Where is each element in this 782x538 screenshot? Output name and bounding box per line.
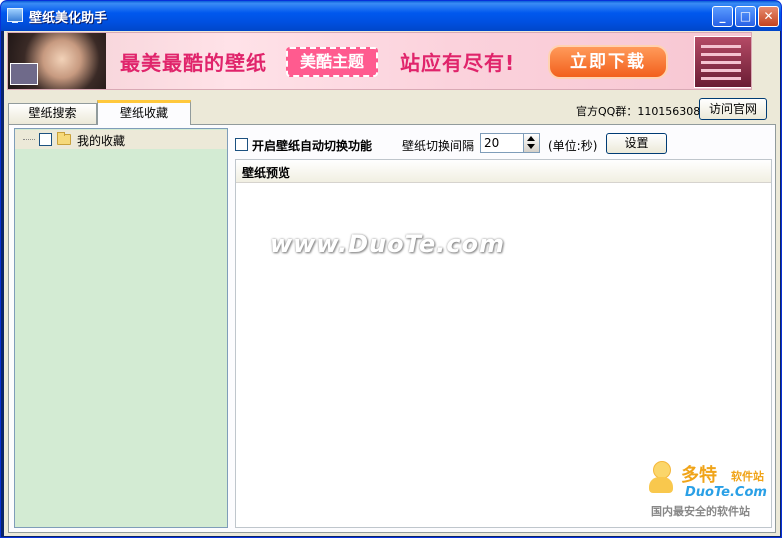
maximize-icon: □: [739, 9, 752, 23]
stepper-down-icon[interactable]: [527, 144, 535, 149]
visit-website-button[interactable]: 访问官网: [699, 98, 767, 120]
duote-logo: 多特 软件站 DuoTe.Com 国内最安全的软件站: [647, 459, 777, 519]
preview-header: 壁纸预览: [236, 160, 771, 183]
close-button[interactable]: ✕: [758, 6, 779, 27]
logo-domain: DuoTe.Com: [685, 485, 767, 500]
qq-group-label: 官方QQ群：110156308: [576, 105, 701, 118]
tab-wallpaper-search[interactable]: 壁纸搜索: [8, 103, 97, 124]
favorites-tree[interactable]: 我的收藏: [14, 128, 228, 528]
logo-slogan: 国内最安全的软件站: [651, 505, 750, 518]
stepper-buttons[interactable]: [523, 134, 539, 152]
close-icon: ✕: [763, 9, 774, 23]
banner-thumbnail: [10, 63, 38, 85]
tree-item-label: 我的收藏: [77, 134, 126, 148]
stepper-up-icon[interactable]: [527, 136, 535, 141]
set-button[interactable]: 设置: [606, 133, 667, 154]
interval-value[interactable]: 20: [484, 136, 499, 150]
banner-screenshot: [694, 36, 751, 88]
banner-download-button[interactable]: 立即下载: [548, 45, 668, 79]
window-title: 壁纸美化助手: [29, 11, 108, 26]
logo-sub: 软件站: [731, 470, 764, 483]
tree-connector: [23, 139, 35, 140]
banner-headline: 最美最酷的壁纸: [120, 51, 267, 75]
auto-switch-checkbox[interactable]: [235, 138, 248, 151]
minimize-icon: _: [719, 9, 726, 23]
interval-label: 壁纸切换间隔: [402, 139, 475, 153]
tree-item-my-favorites[interactable]: 我的收藏: [15, 130, 227, 149]
app-window: 壁纸美化助手 _ □ ✕ 最美最酷的壁纸 美酷主题 站应有尽有! 立即下载 壁纸…: [0, 0, 782, 538]
folder-icon: [57, 132, 71, 145]
banner-badge: 美酷主题: [286, 47, 378, 77]
unit-label: (单位:秒): [548, 139, 598, 153]
minimize-button[interactable]: _: [712, 6, 733, 27]
mascot-icon: [647, 461, 675, 495]
preview-title: 壁纸预览: [242, 166, 291, 180]
monitor-icon: [7, 8, 23, 23]
maximize-button[interactable]: □: [735, 6, 756, 27]
watermark-text: www.DuoTe.com: [270, 230, 505, 258]
tree-item-checkbox[interactable]: [39, 133, 52, 146]
tab-wallpaper-favorites[interactable]: 壁纸收藏: [97, 100, 191, 125]
interval-stepper[interactable]: 20: [480, 133, 540, 153]
title-bar[interactable]: 壁纸美化助手 _ □ ✕: [1, 1, 781, 31]
logo-name: 多特: [681, 465, 717, 486]
banner-tagline: 站应有尽有!: [400, 51, 516, 75]
auto-switch-label[interactable]: 开启壁纸自动切换功能: [252, 137, 372, 154]
ad-banner[interactable]: 最美最酷的壁纸 美酷主题 站应有尽有! 立即下载: [7, 32, 752, 90]
